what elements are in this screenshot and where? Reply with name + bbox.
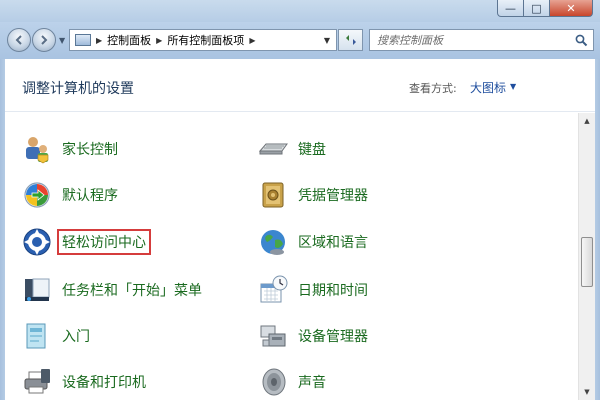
- page-title: 调整计算机的设置: [22, 81, 134, 97]
- scroll-up-button[interactable]: ▲: [579, 113, 595, 129]
- control-panel-window: — □ ✕ ▼ ▶ 控制面板 ▶ 所有控制面板项 ▶ ▼ 搜索控制面板 调整计算…: [0, 0, 600, 400]
- sound-icon: [262, 368, 286, 396]
- back-button[interactable]: [7, 28, 31, 52]
- view-by-dropdown[interactable]: 大图标: [470, 79, 506, 96]
- chevron-right-icon[interactable]: ▶: [96, 36, 102, 45]
- item-label: 声音: [298, 375, 326, 391]
- item-label: 轻松访问中心: [57, 229, 151, 255]
- chevron-down-icon[interactable]: ▼: [510, 82, 516, 91]
- refresh-icon: [345, 35, 356, 45]
- list-item-devices-printers[interactable]: 设备和打印机: [21, 366, 146, 398]
- vertical-scrollbar[interactable]: ▲ ▼: [578, 113, 595, 400]
- window-frame-right: [595, 59, 600, 400]
- title-bar: — □ ✕: [0, 0, 600, 22]
- item-label: 区域和语言: [298, 235, 368, 251]
- item-label: 键盘: [298, 142, 326, 158]
- control-panel-small-icon: [75, 34, 91, 46]
- device-manager-icon: [260, 325, 286, 347]
- date-time-icon: [260, 275, 288, 303]
- parental-controls-icon: [26, 137, 49, 164]
- forward-button[interactable]: [32, 28, 56, 52]
- list-item-keyboard[interactable]: 键盘: [257, 133, 326, 165]
- scroll-thumb[interactable]: [581, 237, 593, 287]
- search-box[interactable]: [369, 29, 594, 51]
- list-item-device-manager[interactable]: 设备管理器: [257, 320, 368, 352]
- getting-started-icon: [26, 323, 46, 349]
- content-header: 调整计算机的设置 查看方式: 大图标 ▼: [5, 59, 595, 112]
- item-label: 入门: [62, 329, 90, 345]
- item-label: 设备和打印机: [62, 375, 146, 391]
- item-label: 默认程序: [62, 188, 118, 204]
- taskbar-start-menu-icon: [25, 278, 50, 301]
- list-item-region-language[interactable]: 区域和语言: [257, 226, 368, 258]
- view-by-label: 查看方式:: [409, 82, 457, 95]
- item-label: 家长控制: [62, 142, 118, 158]
- chevron-right-icon[interactable]: ▶: [156, 36, 162, 45]
- address-bar[interactable]: ▶ 控制面板 ▶ 所有控制面板项 ▶ ▼: [69, 29, 337, 51]
- list-item-ease-of-access[interactable]: 轻松访问中心: [21, 226, 151, 258]
- search-input[interactable]: [370, 32, 573, 48]
- item-label: 凭据管理器: [298, 188, 368, 204]
- list-item-sound[interactable]: 声音: [257, 366, 326, 398]
- recent-pages-dropdown[interactable]: ▼: [59, 36, 65, 45]
- address-dropdown-icon[interactable]: ▼: [324, 36, 330, 45]
- arrow-left-icon: [15, 35, 22, 45]
- search-icon[interactable]: [573, 32, 589, 48]
- default-programs-icon: [24, 182, 50, 208]
- minimize-button[interactable]: —: [497, 0, 524, 17]
- list-item-taskbar-start-menu[interactable]: 任务栏和「开始」菜单: [21, 274, 202, 306]
- list-item-default-programs[interactable]: 默认程序: [21, 179, 118, 211]
- keyboard-icon: [258, 143, 288, 155]
- refresh-button[interactable]: [338, 29, 363, 51]
- chevron-right-icon[interactable]: ▶: [249, 36, 255, 45]
- list-item-parental-controls[interactable]: 家长控制: [21, 133, 118, 165]
- control-panel-items: 家长控制 默认程序 轻松访问中心 任务栏和「开始」菜单 入门 设备和打印机 键盘…: [5, 113, 576, 400]
- close-button[interactable]: ✕: [550, 0, 593, 17]
- arrow-right-icon: [41, 35, 48, 45]
- window-controls: — □ ✕: [497, 0, 593, 17]
- item-label: 设备管理器: [298, 329, 368, 345]
- ease-of-access-icon: [23, 228, 51, 256]
- maximize-button[interactable]: □: [524, 0, 550, 17]
- breadcrumb-control-panel[interactable]: 控制面板: [107, 32, 151, 48]
- list-item-credential-manager[interactable]: 凭据管理器: [257, 179, 368, 211]
- list-item-date-time[interactable]: 日期和时间: [257, 274, 368, 306]
- region-language-icon: [261, 230, 285, 255]
- navigation-bar: ▼ ▶ 控制面板 ▶ 所有控制面板项 ▶ ▼: [0, 22, 600, 59]
- devices-printers-icon: [24, 369, 50, 394]
- list-item-getting-started[interactable]: 入门: [21, 320, 90, 352]
- item-label: 日期和时间: [298, 283, 368, 299]
- credential-manager-icon: [262, 182, 284, 208]
- breadcrumb-all-items[interactable]: 所有控制面板项: [167, 32, 244, 48]
- item-label: 任务栏和「开始」菜单: [62, 283, 202, 299]
- scroll-down-button[interactable]: ▼: [579, 384, 595, 400]
